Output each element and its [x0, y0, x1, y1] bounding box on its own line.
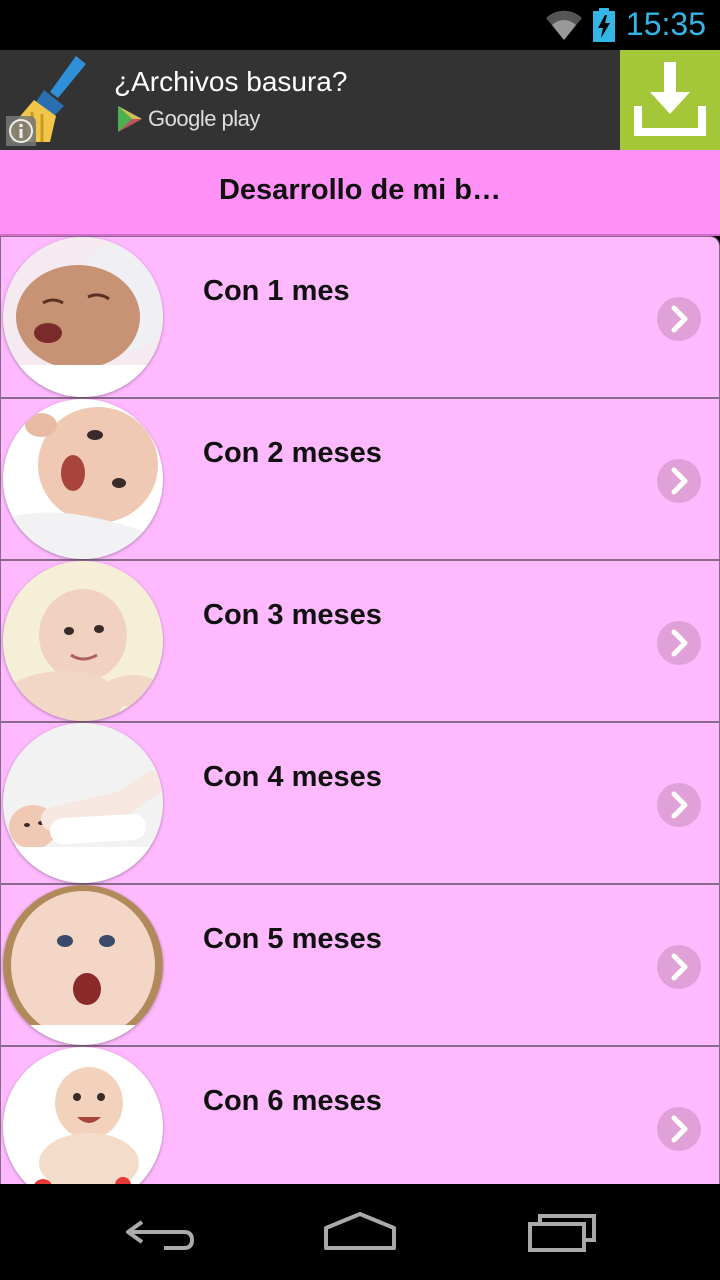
chevron-right-icon[interactable]	[657, 1107, 701, 1151]
google-play-icon	[118, 106, 142, 132]
list-item[interactable]: Con 3 meses	[0, 560, 720, 723]
battery-charging-icon	[593, 8, 615, 42]
baby-photo-5	[3, 885, 163, 1045]
title-bar: Desarrollo de mi b…	[0, 150, 720, 236]
download-button[interactable]	[620, 50, 720, 150]
chevron-right-icon[interactable]	[657, 783, 701, 827]
baby-photo-4	[3, 723, 163, 883]
list-item[interactable]: Con 5 meses	[0, 884, 720, 1047]
list-item-label: Con 5 meses	[203, 923, 382, 955]
info-icon[interactable]	[6, 116, 36, 146]
back-icon[interactable]	[124, 1210, 196, 1254]
list-item-label: Con 4 meses	[203, 761, 382, 793]
clock: 15:35	[625, 6, 706, 42]
navigation-bar	[0, 1184, 720, 1280]
chevron-right-icon[interactable]	[657, 297, 701, 341]
baby-photo-1	[3, 237, 163, 397]
baby-photo-6	[3, 1047, 163, 1184]
baby-photo-3	[3, 561, 163, 721]
list-item-label: Con 3 meses	[203, 599, 382, 631]
list-item-label: Con 2 meses	[203, 437, 382, 469]
list-item-label: Con 1 mes	[203, 275, 350, 307]
home-icon[interactable]	[322, 1210, 398, 1254]
month-list[interactable]: Con 1 mes Con 2 meses Con 3 meses Con 4 …	[0, 236, 720, 1184]
recents-icon[interactable]	[526, 1210, 598, 1254]
store-label: Google play	[148, 106, 260, 131]
chevron-right-icon[interactable]	[657, 621, 701, 665]
list-item-label: Con 6 meses	[203, 1085, 382, 1117]
chevron-right-icon[interactable]	[657, 945, 701, 989]
wifi-icon	[546, 10, 582, 40]
list-item[interactable]: Con 4 meses	[0, 722, 720, 885]
ad-title[interactable]: ¿Archivos basura?	[114, 66, 347, 98]
list-item[interactable]: Con 6 meses	[0, 1046, 720, 1184]
page-title: Desarrollo de mi b…	[218, 174, 501, 206]
ad-banner[interactable]: ¿Archivos basura? Google play	[0, 50, 720, 150]
status-bar: 15:35	[0, 0, 720, 50]
baby-photo-2	[3, 399, 163, 559]
list-item[interactable]: Con 2 meses	[0, 398, 720, 561]
download-icon	[634, 62, 706, 136]
chevron-right-icon[interactable]	[657, 459, 701, 503]
list-item[interactable]: Con 1 mes	[0, 236, 720, 399]
